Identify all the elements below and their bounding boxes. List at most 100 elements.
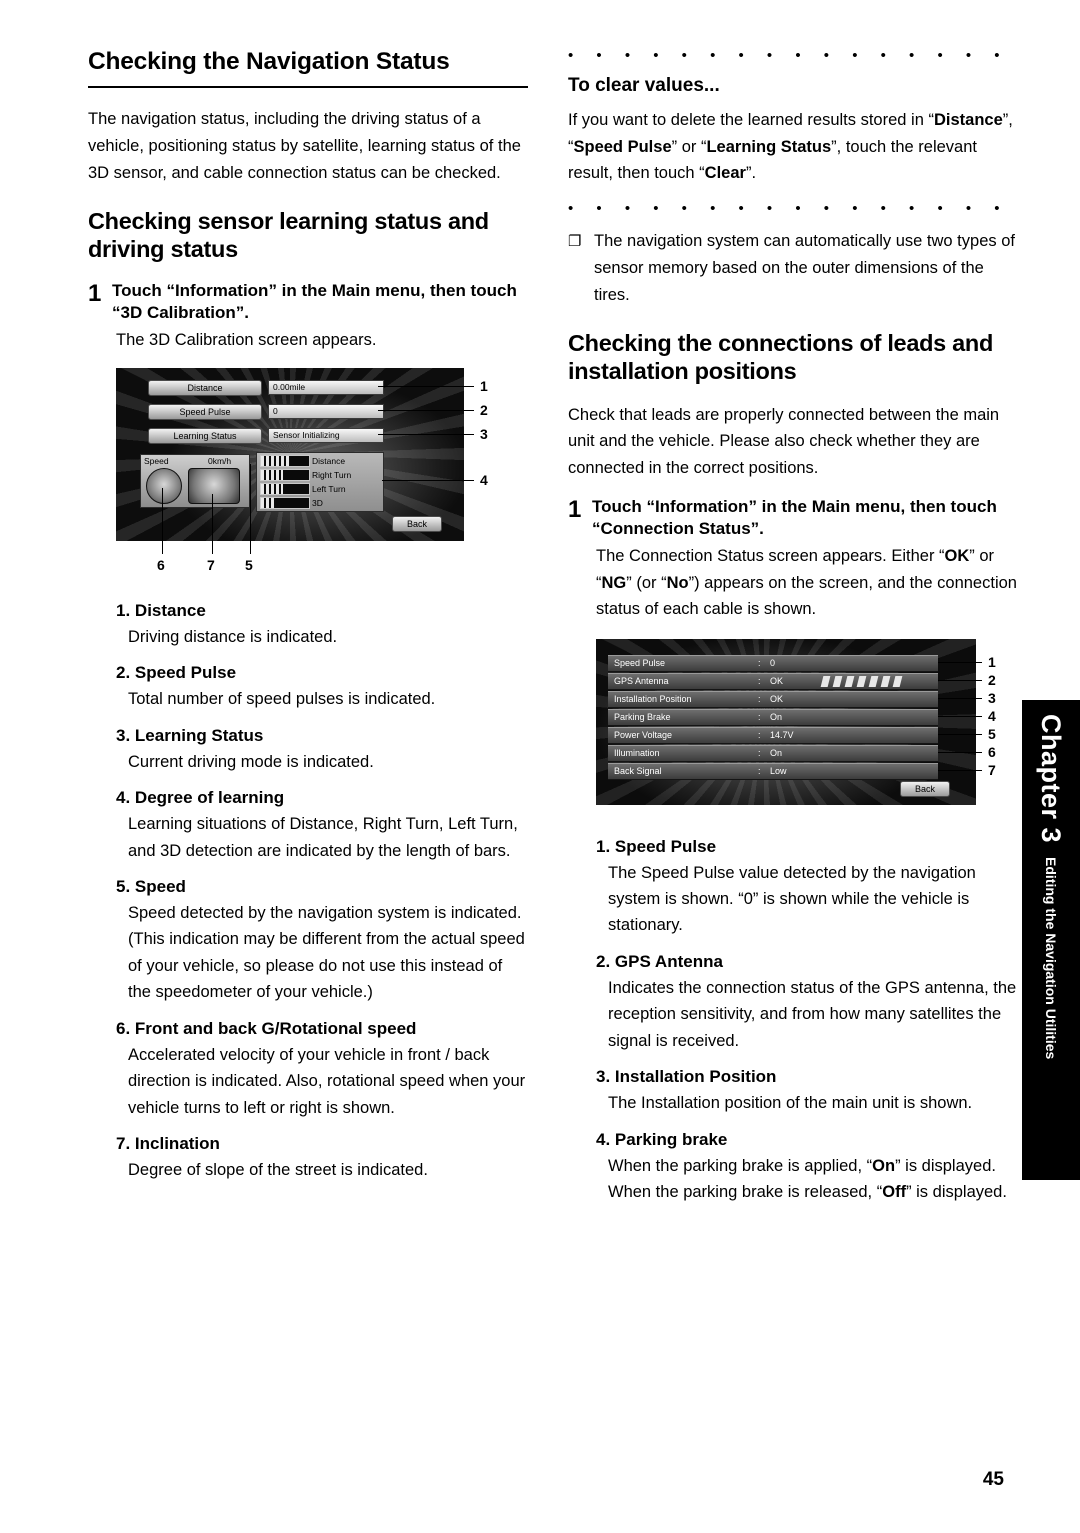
back-button-connection[interactable]: Back — [900, 780, 950, 797]
conn-name-power-voltage: Power Voltage — [614, 729, 673, 740]
speed-pulse-button[interactable]: Speed Pulse — [148, 403, 262, 420]
conn-value-gps-antenna: OK — [770, 675, 784, 686]
g-dial-icon — [146, 467, 182, 504]
item-num-1: 1. — [116, 600, 131, 620]
conn-leader-2 — [938, 679, 982, 681]
bar-left-turn — [260, 482, 310, 495]
conn-colon-4: : — [758, 711, 761, 722]
item-title-7: 7. Inclination — [116, 1133, 528, 1155]
satellite-bars-icon — [804, 675, 914, 687]
clear-bold-distance: Distance — [933, 111, 1003, 129]
bar-label-distance: Distance — [312, 455, 346, 466]
item-label-3: Learning Status — [134, 725, 264, 745]
item-body-3: Current driving mode is indicated. — [128, 752, 374, 771]
note-text: The navigation system can automatically … — [594, 232, 1015, 304]
conn-item-title-1: 1. Speed Pulse — [596, 836, 1018, 858]
inclination-dial-icon — [188, 467, 240, 504]
item-body-2: Total number of speed pulses is indicate… — [128, 690, 436, 709]
item-title-2: 2. Speed Pulse — [116, 662, 528, 684]
item-num-6: 6. — [116, 1018, 131, 1038]
bar-right-turn — [260, 468, 310, 481]
title-rule — [88, 86, 528, 89]
item-title-6: 6. Front and back G/Rotational speed — [116, 1018, 528, 1040]
conn-value-speed-pulse: 0 — [770, 657, 776, 668]
clear-bold-learning-status: Learning Status — [706, 137, 832, 156]
speed-pulse-value: 0 — [268, 403, 384, 419]
distance-button[interactable]: Distance — [148, 379, 262, 396]
conn-item-label-3: Installation Position — [614, 1067, 777, 1087]
conn-value-illumination: On — [770, 747, 783, 758]
callout-4: 4 — [480, 471, 488, 488]
item-label-7: Inclination — [134, 1133, 220, 1153]
item-num-4: 4. — [116, 788, 131, 808]
speed-gauge-label: Speed — [144, 455, 169, 466]
conn-bold-ng: NG — [601, 573, 627, 592]
step-1-sensor: 1 Touch “Information” in the Main menu, … — [88, 280, 528, 324]
figure-connection-status: Speed Pulse : 0 GPS Antenna : OK Install… — [596, 638, 1036, 824]
page-title: Checking the Navigation Status — [88, 48, 450, 75]
item-num-3: 3. — [116, 725, 131, 745]
distance-value: 0.00mile — [268, 379, 384, 395]
bar-label-left-turn: Left Turn — [312, 483, 346, 494]
left-column: Checking the Navigation Status The navig… — [88, 48, 528, 1185]
note-glyph-icon: ❐ — [568, 233, 582, 251]
step-result-text: The 3D Calibration screen appears. — [116, 331, 377, 350]
conn-item-num-4: 4. — [596, 1129, 611, 1149]
conn-bold-ok: OK — [944, 547, 970, 566]
bar-label-3d: 3D — [312, 497, 323, 508]
conn-leader-3 — [938, 697, 982, 699]
item-label-4: Degree of learning — [134, 788, 285, 808]
connections-paragraph: Check that leads are properly connected … — [568, 405, 1000, 478]
learning-status-button[interactable]: Learning Status — [148, 427, 262, 444]
conn-colon-6: : — [758, 747, 761, 758]
callout-6: 6 — [157, 556, 165, 573]
running-title: Editing the Navigation Utilities — [1043, 857, 1059, 1060]
chapter-tab-text: Chapter 3 Editing the Navigation Utiliti… — [1022, 700, 1080, 1180]
clear-text-5: ”. — [745, 164, 757, 183]
conn-item-title-2: 2. GPS Antenna — [596, 951, 1018, 973]
conn-row-power-voltage[interactable]: Power Voltage : 14.7V — [608, 726, 938, 744]
conn-item-body-2: Indicates the connection status of the G… — [608, 978, 1017, 1050]
item-num-2: 2. — [116, 663, 131, 683]
clear-text-1: If you want to delete the learned result… — [568, 111, 934, 129]
conn-item-label-4: Parking brake — [614, 1129, 728, 1149]
item-num-5: 5. — [116, 876, 131, 896]
subsection-title-connections: Checking the connections of leads and in… — [568, 330, 994, 385]
right-column: • • • • • • • • • • • • • • • • • • • • … — [568, 48, 1018, 1207]
conn-row-speed-pulse[interactable]: Speed Pulse : 0 — [608, 654, 938, 672]
conn-colon-5: : — [758, 729, 761, 740]
conn-leader-1 — [938, 661, 982, 663]
clear-values-paragraph: If you want to delete the learned result… — [568, 107, 1018, 187]
conn-row-gps-antenna[interactable]: GPS Antenna : OK — [608, 672, 938, 690]
conn-row-parking-brake[interactable]: Parking Brake : On — [608, 708, 938, 726]
bar-3d — [260, 496, 310, 509]
conn-item-body-4: When the parking brake is applied, “On ” … — [608, 1153, 1018, 1206]
step-instruction: Touch “Information” in the Main menu, th… — [112, 280, 517, 322]
item-title-5: 5. Speed — [116, 876, 528, 898]
conn-text-1: The Connection Status screen appears. Ei… — [596, 547, 945, 566]
conn-row-back-signal[interactable]: Back Signal : Low — [608, 762, 938, 780]
step-result-connection: The Connection Status screen appears. Ei… — [596, 543, 1018, 622]
clear-values-heading: To clear values... — [568, 75, 720, 96]
conn-text-3: ” (or “ — [626, 573, 667, 592]
conn-row-installation-position[interactable]: Installation Position : OK — [608, 690, 938, 708]
dot-separator-bottom: • • • • • • • • • • • • • • • • • • • • … — [568, 201, 1018, 217]
item-title-1: 1. Distance — [116, 600, 528, 622]
conn-callout-4: 4 — [988, 707, 996, 724]
conn-value-installation-position: OK — [770, 693, 784, 704]
chapter-tab: Chapter 3 Editing the Navigation Utiliti… — [1022, 700, 1080, 1180]
item-body-6: Accelerated velocity of your vehicle in … — [128, 1045, 526, 1117]
leader-5-line — [250, 463, 251, 554]
page-number: 45 — [982, 1469, 1004, 1490]
conn-item-body-1: The Speed Pulse value detected by the na… — [608, 863, 976, 935]
conn-colon-3: : — [758, 693, 761, 704]
conn-callout-2: 2 — [988, 671, 996, 688]
conn-callout-3: 3 — [988, 689, 996, 706]
intro-paragraph: The navigation status, including the dri… — [88, 110, 521, 182]
conn-row-illumination[interactable]: Illumination : On — [608, 744, 938, 762]
conn-colon-2: : — [758, 675, 761, 686]
leader-4 — [382, 479, 474, 481]
dot-separator-top: • • • • • • • • • • • • • • • • • • • • … — [568, 48, 1018, 63]
back-button[interactable]: Back — [392, 515, 442, 532]
connection-status-screen: Speed Pulse : 0 GPS Antenna : OK Install… — [596, 638, 976, 805]
